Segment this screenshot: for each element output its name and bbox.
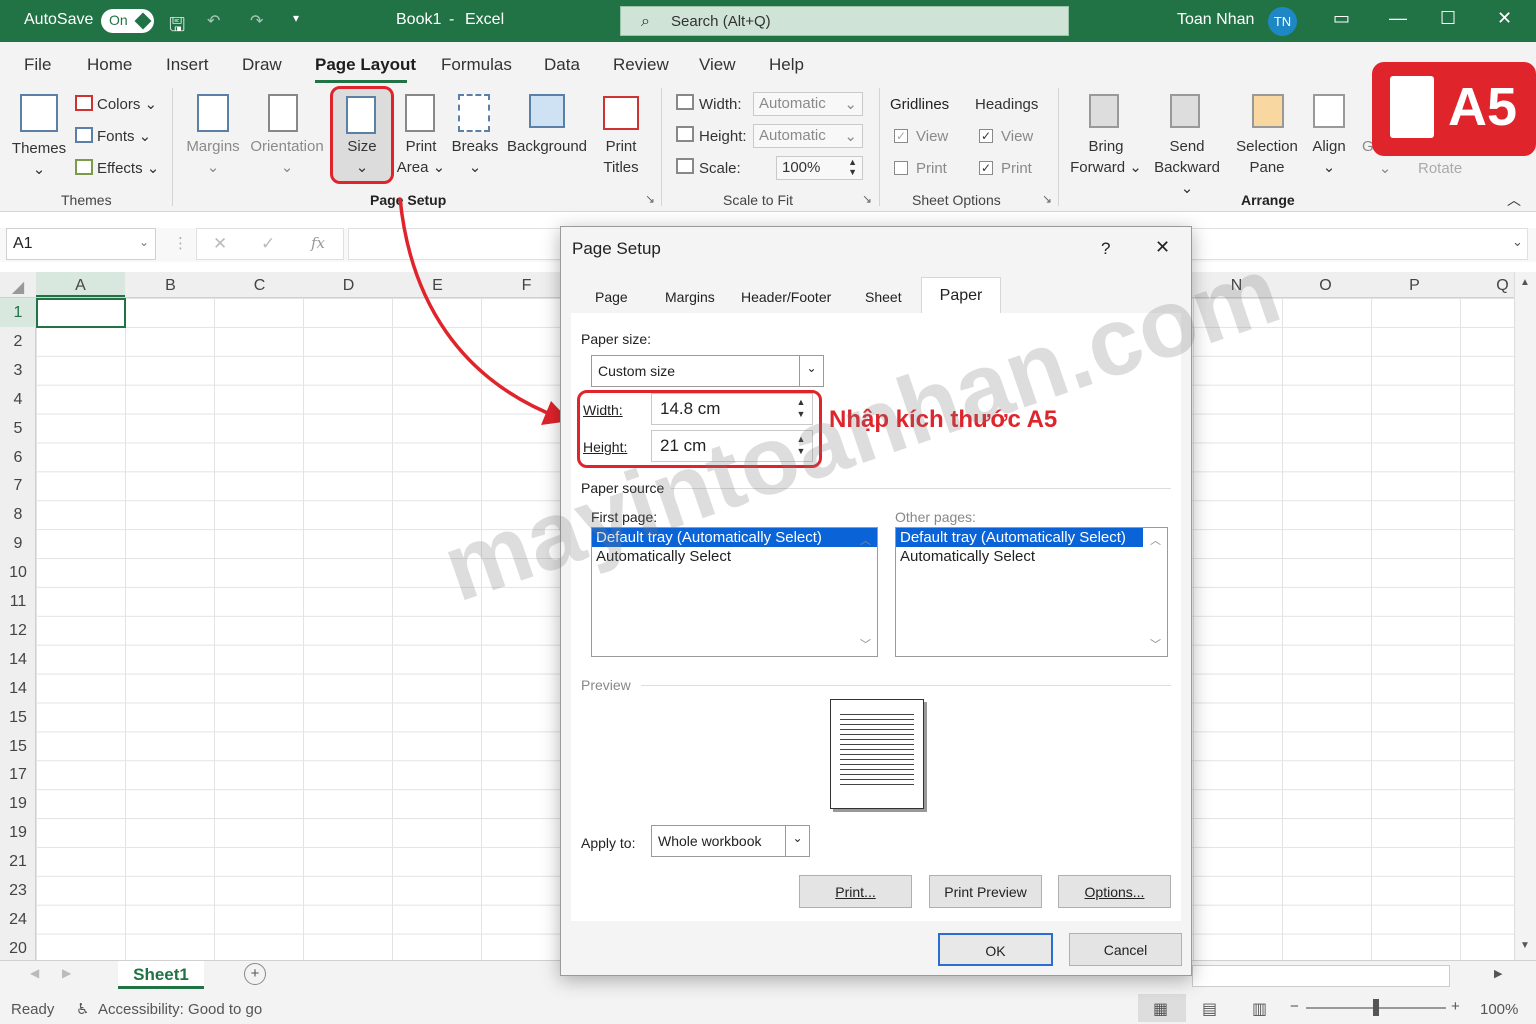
other-pages-list[interactable]: Default tray (Automatically Select) Auto… [895, 527, 1168, 657]
scroll-up-icon[interactable]: ︿ [860, 532, 871, 548]
a5-badge-text: A5 [1448, 77, 1518, 137]
chevron-down-icon: ⌄ [799, 356, 823, 386]
tab-header-footer[interactable]: Header/Footer [741, 289, 831, 305]
chevron-down-icon: ⌄ [785, 826, 809, 856]
tab-paper[interactable]: Paper [921, 277, 1001, 313]
print-button[interactable]: Print... [799, 875, 912, 908]
paper-size-label: Paper size: [581, 331, 652, 347]
options-button[interactable]: Options... [1058, 875, 1171, 908]
apply-to-label: Apply to: [581, 835, 636, 851]
annotation-text: Nhập kích thước A5 [829, 406, 1058, 433]
close-icon[interactable]: ✕ [1155, 237, 1170, 258]
first-page-label: First page: [591, 509, 658, 525]
tab-margins[interactable]: Margins [665, 289, 715, 305]
list-item[interactable]: Automatically Select [896, 547, 1167, 566]
a5-badge: A5 [1372, 62, 1536, 156]
dialog-title: Page Setup [572, 239, 661, 258]
list-item[interactable]: Default tray (Automatically Select) [592, 528, 877, 547]
other-pages-label: Other pages: [895, 509, 976, 525]
first-page-list[interactable]: Default tray (Automatically Select) Auto… [591, 527, 878, 657]
document-icon [1390, 76, 1434, 138]
divider [671, 488, 1171, 489]
page-preview [830, 699, 924, 809]
divider [641, 685, 1171, 686]
scroll-down-icon[interactable]: ﹀ [1150, 636, 1161, 652]
ok-button[interactable]: OK [938, 933, 1053, 966]
preview-label: Preview [581, 677, 631, 693]
help-icon[interactable]: ? [1101, 239, 1110, 259]
tab-sheet[interactable]: Sheet [865, 289, 902, 305]
apply-to-select[interactable]: Whole workbook ⌄ [651, 825, 810, 857]
print-preview-button[interactable]: Print Preview [929, 875, 1042, 908]
tab-page[interactable]: Page [595, 289, 628, 305]
scroll-up-icon[interactable]: ︿ [1150, 532, 1161, 548]
preview-lines [840, 710, 914, 788]
cancel-button[interactable]: Cancel [1069, 933, 1182, 966]
scroll-down-icon[interactable]: ﹀ [860, 636, 871, 652]
paper-size-select[interactable]: Custom size ⌄ [591, 355, 824, 387]
size-input-highlight-box [577, 390, 822, 468]
paper-source-label: Paper source [581, 480, 665, 496]
page-setup-dialog: Page Setup ? ✕ Page Margins Header/Foote… [560, 226, 1192, 976]
list-item[interactable]: Default tray (Automatically Select) [896, 528, 1143, 547]
list-item[interactable]: Automatically Select [592, 547, 877, 566]
